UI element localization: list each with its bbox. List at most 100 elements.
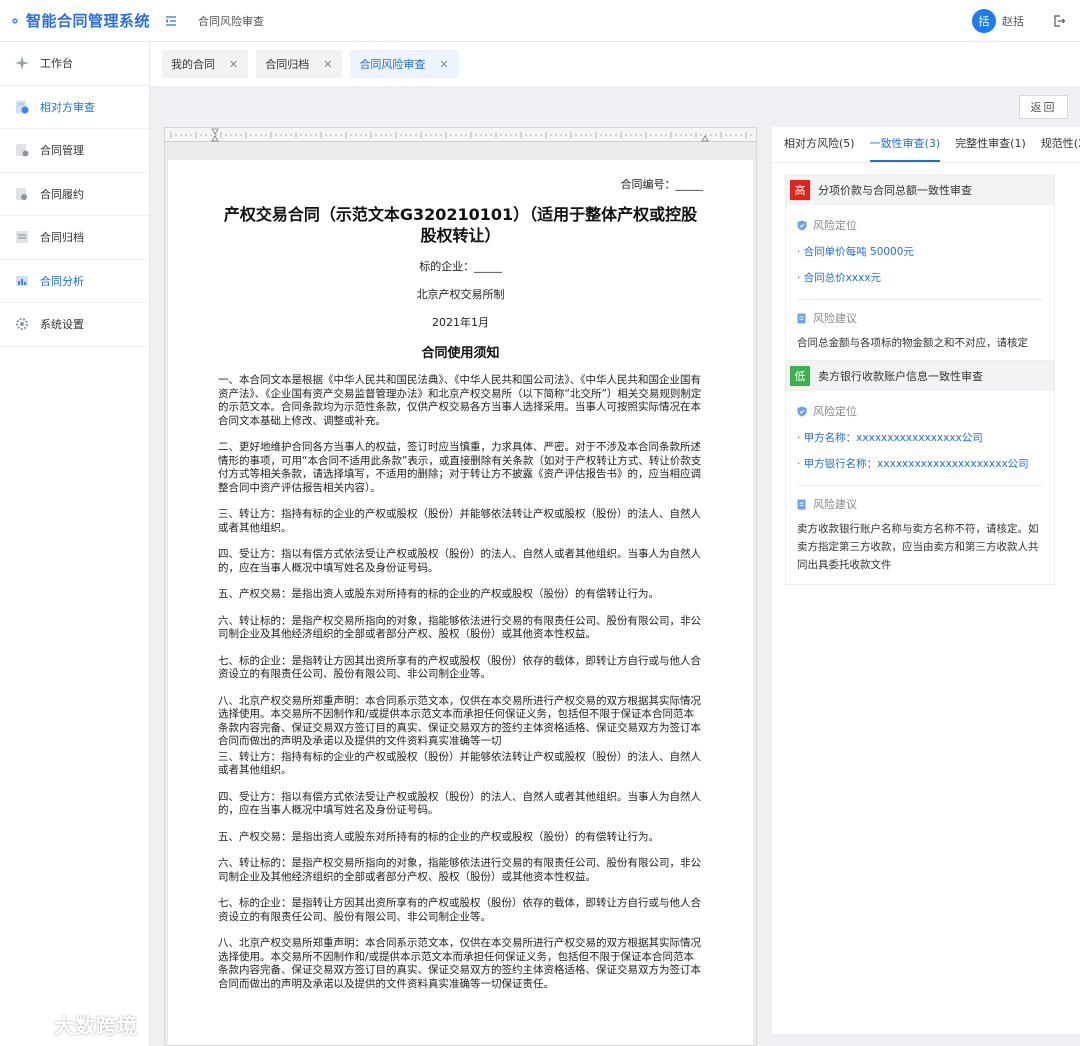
ruler-ticks (170, 128, 752, 142)
sidebar-item-label: 系统设置 (40, 318, 84, 332)
risk-tabs: 相对方风险(5) 一致性审查(3) 完整性审查(1) 规范性(2 (772, 127, 1080, 163)
workbench-icon (15, 56, 29, 71)
paragraph: 四、受让方：指以有偿方式依法受让产权或股权（股份）的法人、自然人或者其他组织。当… (218, 790, 701, 817)
sidebar: 工作台 相对方审查 合同管理 合同履约 合同归档 合同分析 系统设置 (0, 42, 150, 1046)
tab-my-contracts[interactable]: 我的合同 ✕ (162, 50, 249, 78)
tab-normative-review[interactable]: 规范性(2 (1041, 135, 1080, 162)
sidebar-item-contract-perform[interactable]: 合同履约 (0, 173, 149, 216)
tab-consistency-review[interactable]: 一致性审查(3) (869, 135, 941, 162)
tab-label: 我的合同 (171, 58, 215, 71)
counterparty-icon (16, 100, 29, 114)
contract-perform-icon (16, 187, 27, 200)
section-label: 风险定位 (813, 405, 857, 418)
risk-level-badge: 高 (790, 180, 810, 200)
paragraph: 六、转让标的：是指产权交易所指向的对象，指能够依法进行交易的有限责任公司、股份有… (218, 857, 701, 883)
risk-locate-label: 风险定位 (797, 403, 1043, 419)
risk-advice-text: 卖方收款银行账户名称与卖方名称不符，请核定。如卖方指定第三方收款，应当由卖方和第… (797, 523, 1039, 571)
sidebar-item-label: 工作台 (40, 57, 73, 71)
risk-locate-label: 风险定位 (797, 217, 1043, 233)
tab-contract-archive[interactable]: 合同归档 ✕ (256, 50, 343, 78)
document-date: 2021年1月 (432, 316, 489, 329)
tab-counterparty-risk[interactable]: 相对方风险(5) (784, 135, 855, 162)
sidebar-item-label: 合同归档 (40, 231, 84, 245)
risk-card-header[interactable]: 低 卖方银行收款账户信息一致性审查 (786, 361, 1054, 391)
risk-card: 高 分项价款与合同总额一致性审查 风险定位 · 合同单价每吨 50000元 · … (785, 174, 1055, 363)
watermark-text: 大数跨境 (54, 1014, 138, 1038)
risk-level-badge: 低 (790, 366, 810, 386)
tab-completeness-review[interactable]: 完整性审查(1) (955, 135, 1026, 162)
contract-manage-icon (16, 144, 29, 157)
risk-advice-label: 风险建议 (797, 310, 1043, 326)
avatar[interactable]: 括 (972, 8, 996, 33)
risk-advice-label: 风险建议 (797, 496, 1043, 512)
close-icon[interactable]: ✕ (229, 58, 238, 71)
paragraph: 八、北京产权交易所郑重声明：本合同系示范文本，仅供在本交易所进行产权交易的双方根… (218, 694, 701, 748)
paragraph: 五、产权交易：是指出资人或股东对所持有的标的企业的产权或股权（股份）的有偿转让行… (218, 830, 659, 843)
analysis-icon (16, 275, 28, 286)
sidebar-item-archive[interactable]: 合同归档 (0, 216, 149, 260)
section-label: 风险建议 (813, 312, 857, 325)
risk-card-title: 卖方银行收款账户信息一致性审查 (818, 370, 983, 383)
app-logo[interactable]: 智能合同管理系统 (0, 10, 150, 31)
paragraph: 六、转让标的：是指产权交易所指向的对象，指能够依法进行交易的有限责任公司、股份有… (218, 614, 701, 641)
paragraph: 八、北京产权交易所郑重声明：本合同系示范文本，仅供在本交易所进行产权交易的双方根… (218, 937, 701, 990)
tab-label: 合同风险审查 (359, 58, 426, 71)
sidebar-item-label: 合同分析 (40, 274, 84, 288)
paragraph: 五、产权交易：是指出资人或股东对所持有的标的企业的产权或股权（股份）的有偿转让行… (218, 588, 659, 600)
app-title: 智能合同管理系统 (25, 12, 150, 30)
watermark-logo-icon (10, 1014, 46, 1034)
risk-advice-text: 合同总金额与各项标的物金额之和不对应，请核定 (797, 337, 1028, 349)
paragraph: 四、受让方：指以有偿方式依法受让产权或股权（股份）的法人、自然人或者其他组织。当… (218, 548, 701, 574)
risk-card-title: 分项价款与合同总额一致性审查 (818, 184, 972, 197)
logo-icon (12, 17, 18, 24)
watermark: 大数跨境 (8, 1010, 138, 1039)
paragraph: 三、转让方：指持有标的企业的产权或股权（股份）并能够依法转让产权或股权（股份）的… (218, 750, 701, 777)
tab-label: 合同归档 (265, 58, 310, 71)
sidebar-item-label: 合同履约 (40, 187, 84, 201)
section-label: 风险建议 (813, 498, 857, 511)
sidebar-item-label: 相对方审查 (40, 100, 95, 114)
shield-icon (797, 220, 807, 230)
close-icon[interactable]: ✕ (439, 58, 448, 71)
risk-card: 低 卖方银行收款账户信息一致性审查 风险定位 · 甲方名称：xxxxxxxxxx… (785, 360, 1055, 585)
document-icon (797, 313, 806, 323)
sidebar-item-contract-manage[interactable]: 合同管理 (0, 129, 149, 173)
paragraph: 三、转让方：指持有标的企业的产权或股权（股份）并能够依法转让产权或股权（股份）的… (218, 508, 701, 534)
risk-location-link[interactable]: · 甲方名称：xxxxxxxxxxxxxxxxx公司 (797, 430, 1043, 445)
risk-card-header[interactable]: 高 分项价款与合同总额一致性审查 (786, 175, 1054, 205)
document-title: 产权交易合同（示范文本G320210101）（适用于整体产权或控股股权转让） (223, 205, 698, 245)
user-name[interactable]: 赵括 (1002, 13, 1024, 29)
issuer-label: 北京产权交易所制 (416, 288, 505, 301)
document-icon (797, 499, 806, 509)
document-page: 合同编号：_____ 产权交易合同（示范文本G320210101）（适用于整体产… (168, 160, 753, 1045)
settings-icon (16, 318, 28, 331)
paragraph: 二、更好地维护合同各方当事人的权益，签订时应当慎重，力求具体、严密。对于不涉及本… (218, 441, 702, 494)
risk-location-link[interactable]: · 合同总价xxxx元 (797, 270, 1043, 285)
paragraph: 七、标的企业：是指转让方因其出资所享有的产权或股权（股份）依存的载体，即转让方自… (218, 654, 701, 681)
top-bar: 智能合同管理系统 合同风险审查 括 赵括 (0, 0, 1080, 42)
breadcrumb: 合同风险审查 (198, 14, 264, 28)
notice-title: 合同使用须知 (421, 346, 500, 361)
sidebar-item-label: 合同管理 (40, 144, 84, 158)
back-button[interactable]: 返回 (1019, 95, 1068, 119)
collapse-menu-icon[interactable] (164, 14, 178, 28)
sidebar-item-workbench[interactable]: 工作台 (0, 42, 149, 86)
close-icon[interactable]: ✕ (323, 58, 332, 71)
risk-panel: 相对方风险(5) 一致性审查(3) 完整性审查(1) 规范性(2 高 分项价款与… (772, 127, 1080, 1034)
archive-icon (16, 231, 28, 244)
tab-risk-review[interactable]: 合同风险审查 ✕ (350, 50, 459, 78)
paragraph: 七、标的企业：是指转让方因其出资所享有的产权或股权（股份）依存的载体，即转让方自… (218, 897, 701, 923)
shield-icon (797, 406, 807, 416)
contract-number-label: 合同编号：_____ (620, 178, 704, 191)
paragraph: 一、本合同文本是根据《中华人民共和国民法典》、《中华人民共和国公司法》、《中华人… (218, 374, 702, 427)
risk-location-link[interactable]: · 合同单价每吨 50000元 (797, 244, 1043, 259)
ruler (165, 128, 756, 142)
risk-location-link[interactable]: · 甲方银行名称：xxxxxxxxxxxxxxxxxxxxx公司 (797, 456, 1043, 471)
tab-strip: 我的合同 ✕ 合同归档 ✕ 合同风险审查 ✕ (150, 42, 1080, 86)
sidebar-item-counterparty[interactable]: 相对方审查 (0, 86, 149, 129)
document-viewer[interactable]: 合同编号：_____ 产权交易合同（示范文本G320210101）（适用于整体产… (164, 127, 757, 1046)
sidebar-item-settings[interactable]: 系统设置 (0, 303, 149, 347)
section-label: 风险定位 (813, 219, 857, 232)
sidebar-item-analysis[interactable]: 合同分析 (0, 260, 149, 303)
logout-icon[interactable] (1052, 14, 1066, 28)
